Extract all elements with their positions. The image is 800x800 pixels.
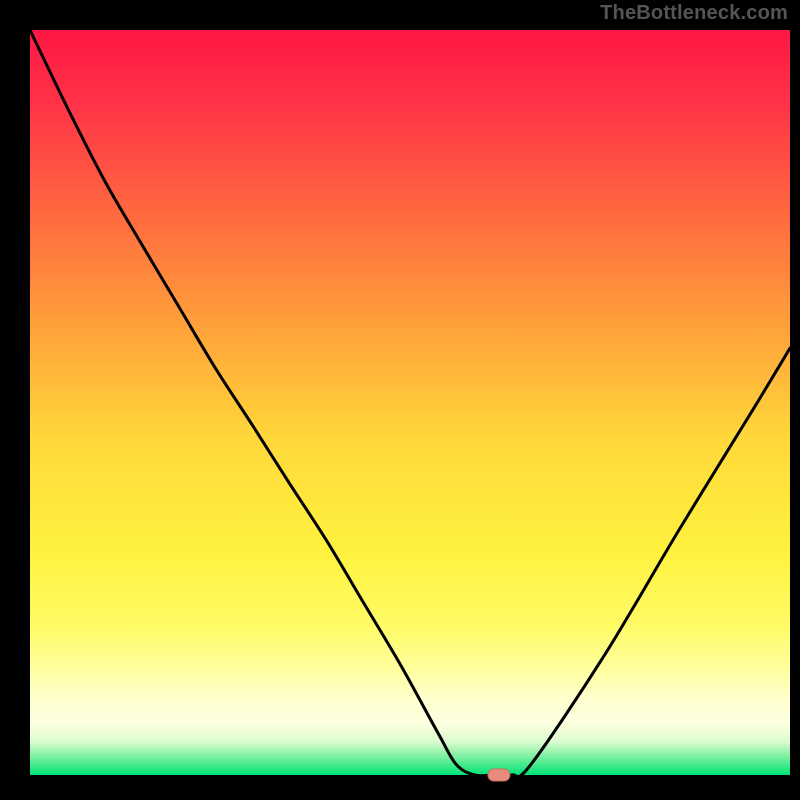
attribution-label: TheBottleneck.com [600, 2, 788, 25]
optimum-marker [488, 769, 510, 781]
plot-background [30, 30, 790, 775]
chart-frame: TheBottleneck.com [0, 0, 800, 800]
bottleneck-chart [0, 0, 800, 800]
